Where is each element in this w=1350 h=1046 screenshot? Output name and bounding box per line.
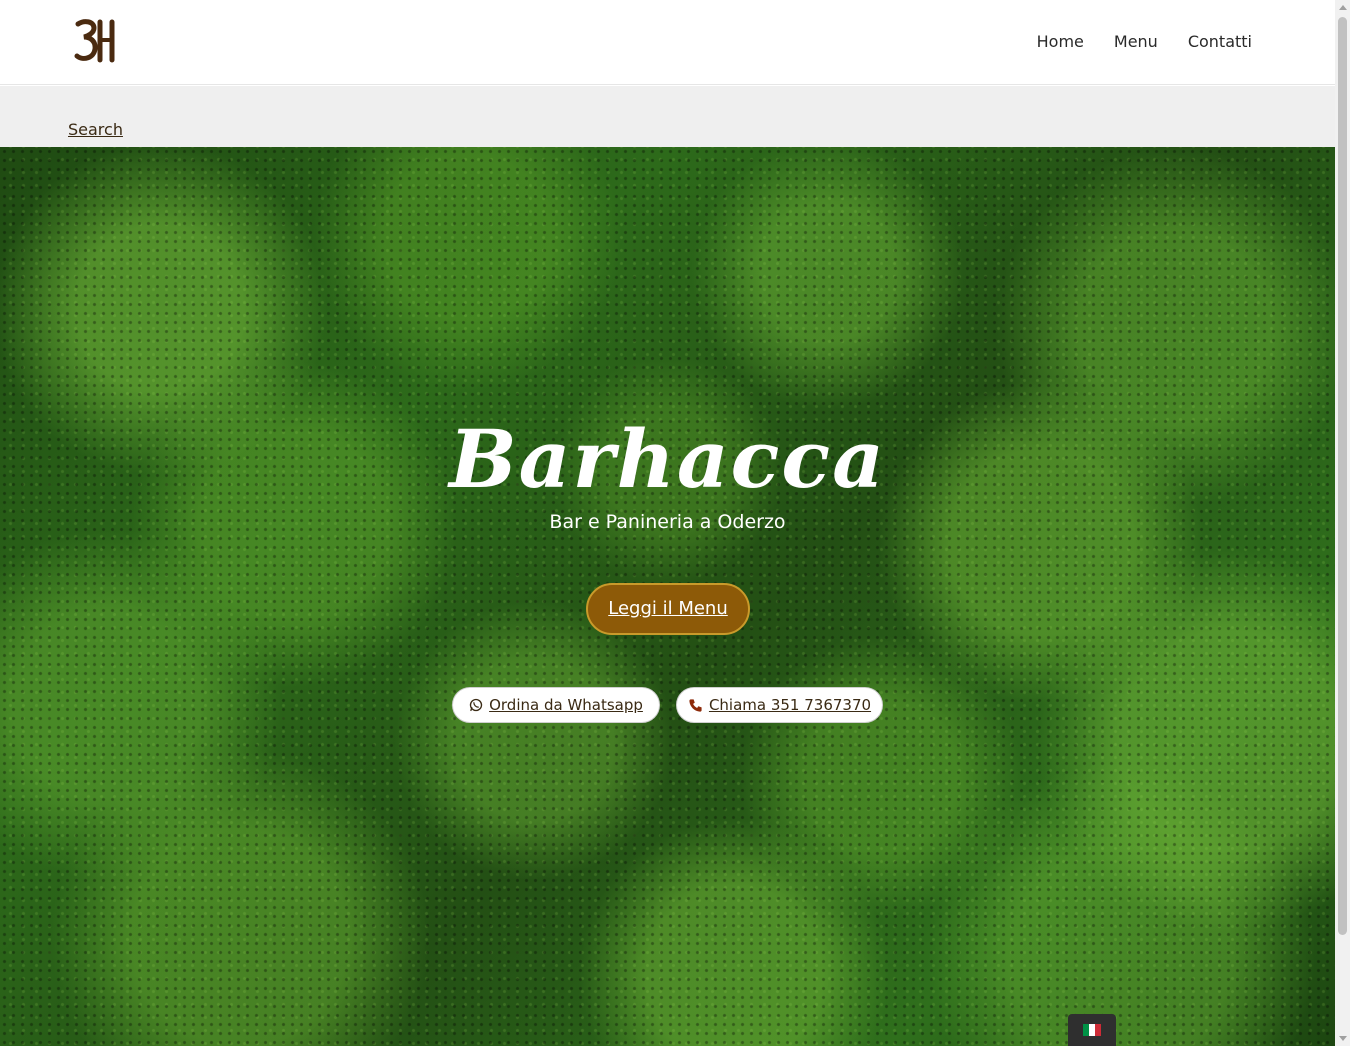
nav-menu[interactable]: Menu bbox=[1114, 31, 1158, 53]
main-nav: Home Menu Contatti bbox=[1037, 31, 1252, 53]
hero-title: Barhacca bbox=[449, 412, 886, 506]
scrollbar-thumb[interactable] bbox=[1338, 17, 1347, 935]
scroll-down-arrow-icon[interactable] bbox=[1339, 1036, 1347, 1041]
logo-icon bbox=[74, 19, 115, 63]
search-link[interactable]: Search bbox=[68, 120, 123, 139]
hero-content: Barhacca Bar e Panineria a Oderzo Leggi … bbox=[0, 147, 1335, 1046]
hero-subtitle: Bar e Panineria a Oderzo bbox=[549, 511, 786, 533]
scroll-up-arrow-icon[interactable] bbox=[1339, 5, 1347, 10]
whatsapp-icon bbox=[469, 698, 483, 712]
page: Home Menu Contatti Search Barhacca Bar e… bbox=[0, 0, 1335, 1046]
call-button[interactable]: Chiama 351 7367370 bbox=[676, 687, 883, 723]
whatsapp-order-button[interactable]: Ordina da Whatsapp bbox=[452, 687, 660, 723]
scrollbar[interactable] bbox=[1335, 0, 1350, 1046]
phone-icon bbox=[689, 698, 702, 712]
call-label: Chiama 351 7367370 bbox=[708, 696, 872, 714]
read-menu-button[interactable]: Leggi il Menu bbox=[586, 583, 750, 635]
hero-section: Barhacca Bar e Panineria a Oderzo Leggi … bbox=[0, 147, 1335, 1046]
site-logo[interactable] bbox=[74, 18, 118, 64]
nav-home[interactable]: Home bbox=[1037, 31, 1084, 53]
language-switcher[interactable] bbox=[1068, 1014, 1116, 1046]
nav-contatti[interactable]: Contatti bbox=[1188, 31, 1252, 53]
whatsapp-order-label: Ordina da Whatsapp bbox=[489, 696, 643, 714]
italy-flag-icon bbox=[1083, 1024, 1101, 1036]
site-header: Home Menu Contatti bbox=[0, 0, 1335, 85]
search-bar: Search bbox=[0, 86, 1335, 147]
